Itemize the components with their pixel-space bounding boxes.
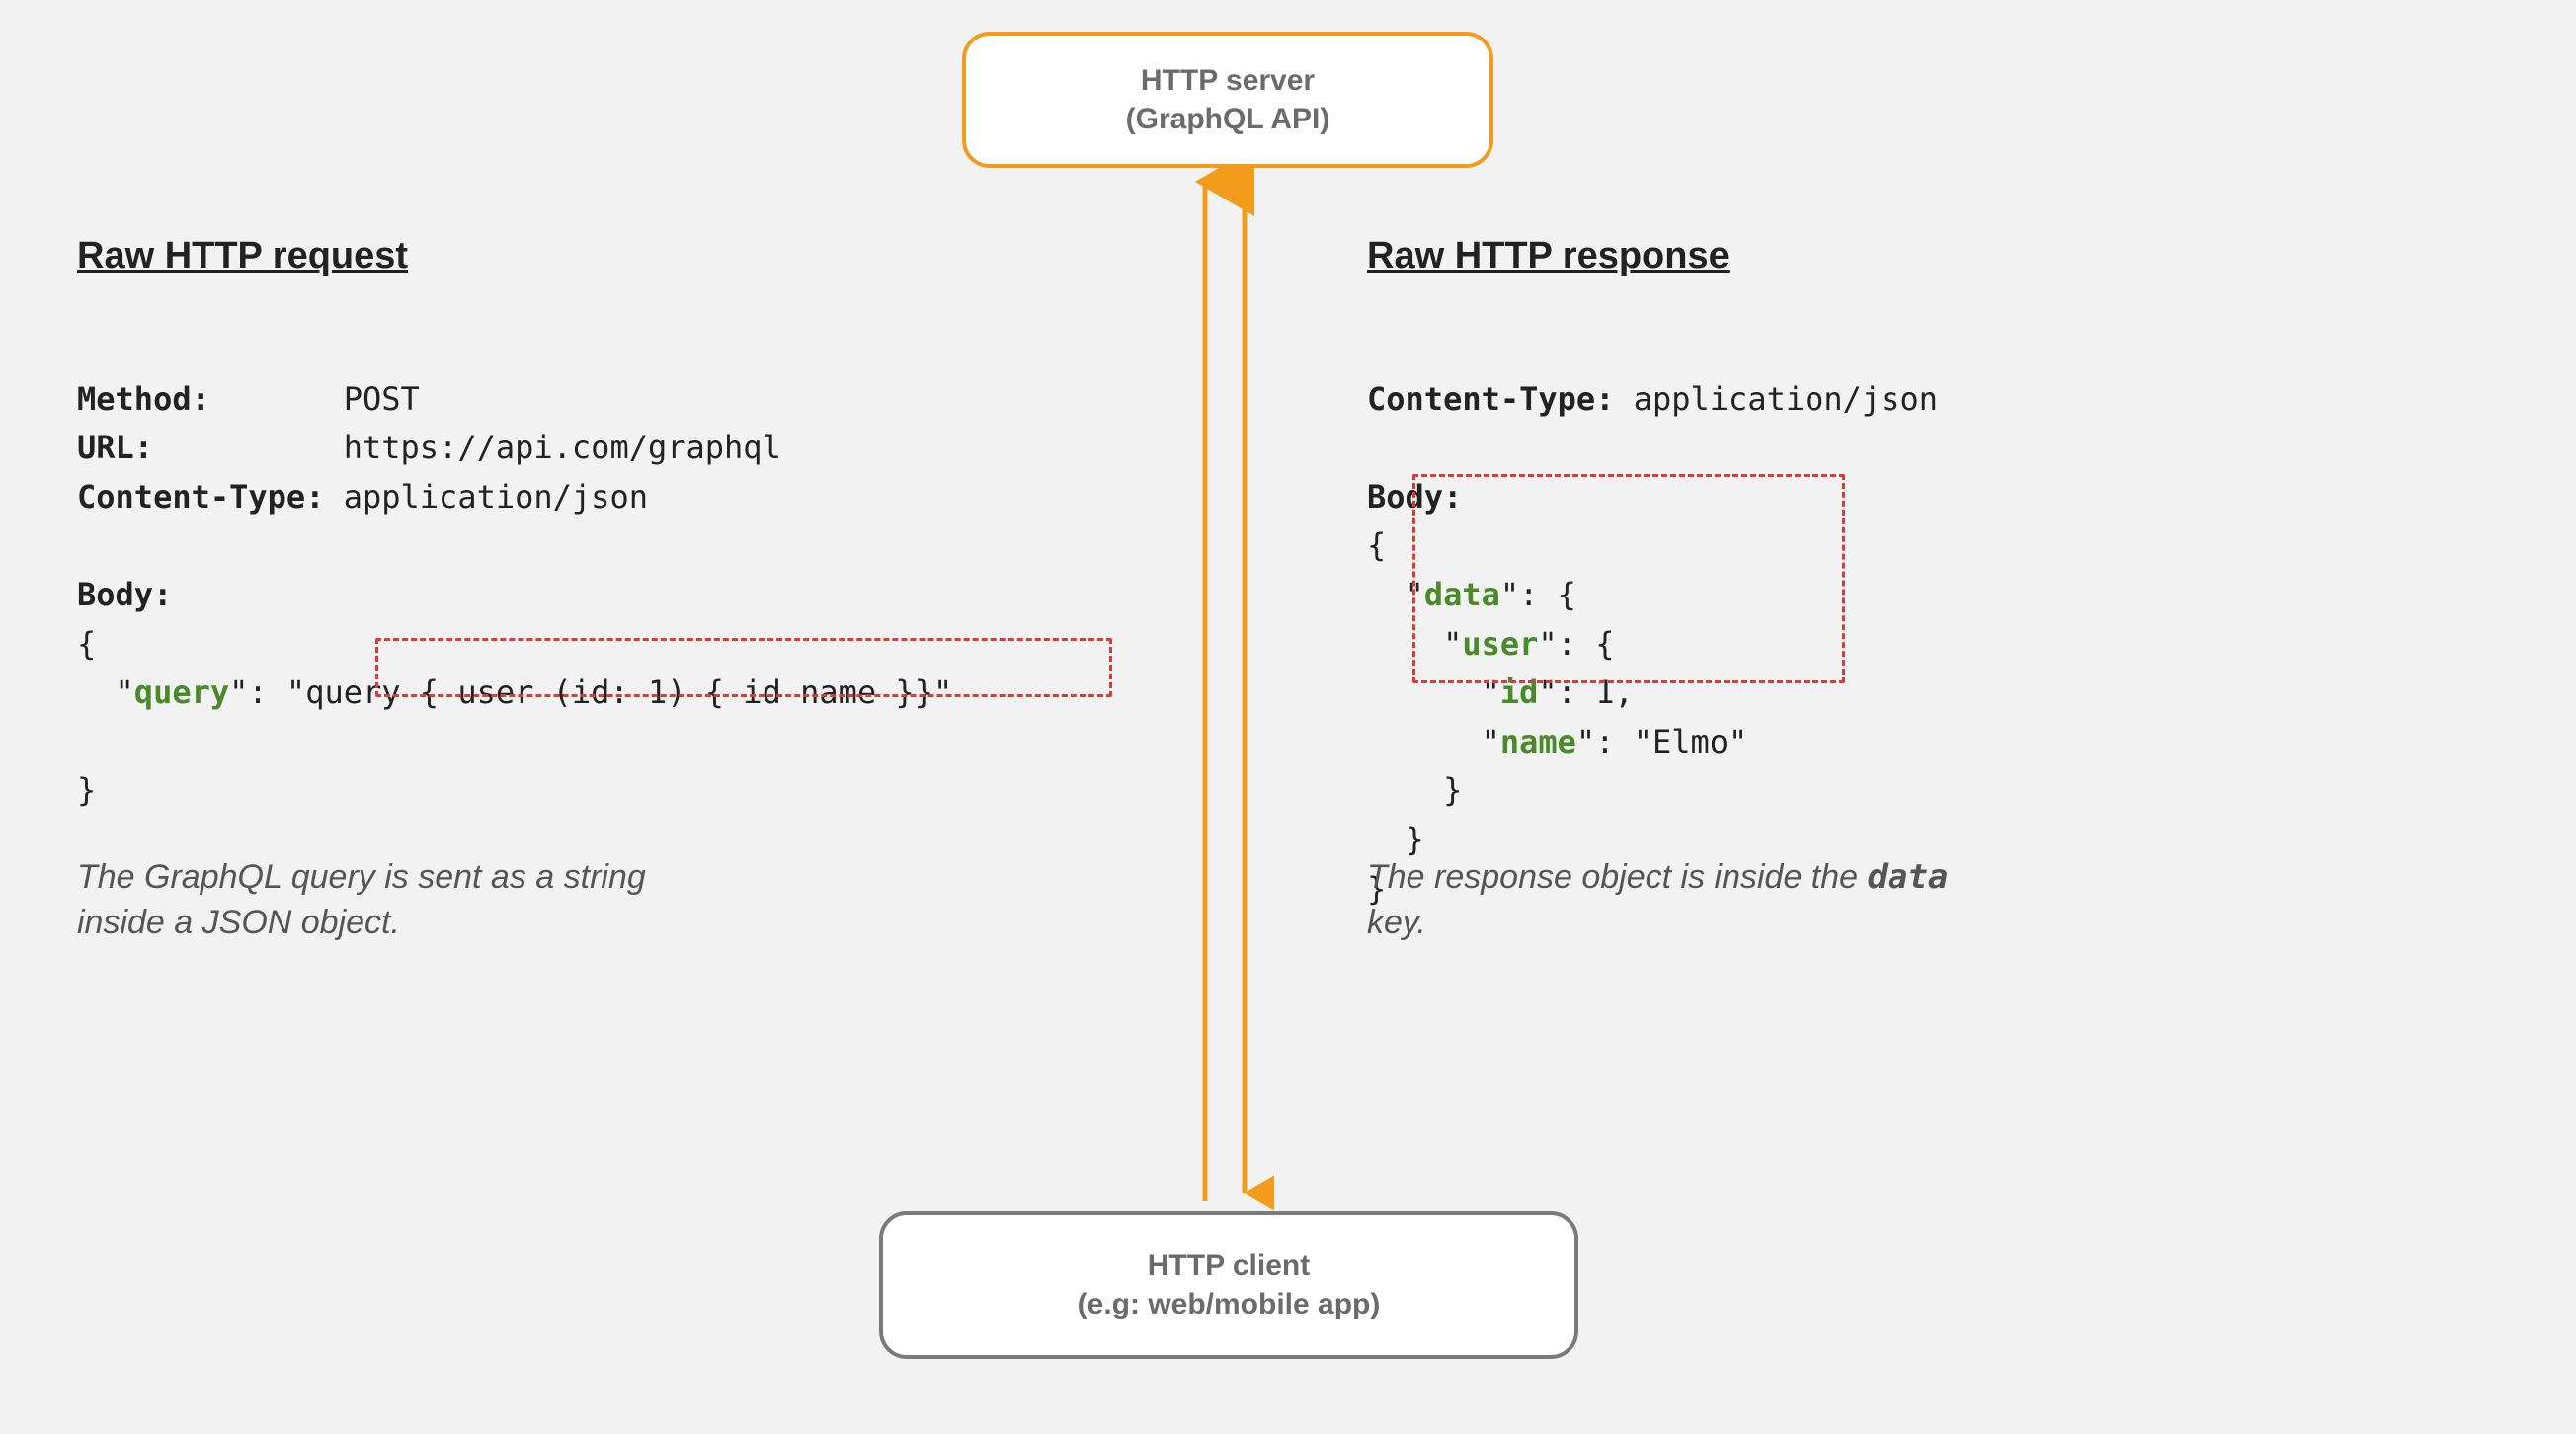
client-node: HTTP client (e.g: web/mobile app)	[879, 1211, 1578, 1359]
req-query-sep: ":	[229, 674, 286, 711]
req-url-label: URL:	[77, 429, 153, 466]
req-caption-line1: The GraphQL query is sent as a string	[77, 858, 646, 896]
req-query-prefix: "	[77, 674, 134, 711]
response-heading: Raw HTTP response	[1367, 235, 1730, 278]
req-body-label: Body:	[77, 576, 172, 613]
server-title: HTTP server	[1141, 61, 1315, 100]
req-brace-close: }	[77, 771, 96, 809]
request-caption: The GraphQL query is sent as a string in…	[77, 855, 887, 946]
response-caption: The response object is inside the data k…	[1367, 855, 2177, 946]
res-ctype-label: Content-Type:	[1367, 380, 1614, 418]
res-name-sep: ":	[1576, 723, 1634, 760]
res-inner-close2: }	[1367, 821, 1424, 858]
req-url-value: https://api.com/graphql	[344, 429, 781, 466]
server-node: HTTP server (GraphQL API)	[962, 32, 1493, 168]
response-highlight-box	[1412, 474, 1845, 683]
req-method-value: POST	[344, 380, 420, 418]
res-name-value: "Elmo"	[1634, 723, 1748, 760]
request-highlight-box	[375, 638, 1112, 697]
res-name-prefix: "	[1367, 723, 1500, 760]
res-inner-close1: }	[1367, 771, 1462, 809]
res-caption-a: The response object is inside the	[1367, 858, 1868, 896]
req-ctype-label: Content-Type:	[77, 478, 324, 516]
req-brace-open: {	[77, 625, 96, 663]
res-caption-b: key.	[1367, 904, 1426, 941]
req-query-key: query	[134, 674, 229, 711]
req-ctype-value: application/json	[344, 478, 648, 516]
client-title: HTTP client	[1148, 1246, 1310, 1285]
server-subtitle: (GraphQL API)	[1126, 100, 1330, 138]
res-name-key: name	[1500, 723, 1576, 760]
res-ctype-value: application/json	[1634, 380, 1938, 418]
client-subtitle: (e.g: web/mobile app)	[1078, 1285, 1381, 1323]
req-caption-line2: inside a JSON object.	[77, 904, 400, 941]
request-block: Method: POST URL: https://api.com/graphq…	[77, 326, 1124, 816]
res-caption-mono: data	[1868, 857, 1949, 897]
bidirectional-arrows	[1175, 164, 1274, 1211]
req-method-label: Method:	[77, 380, 210, 418]
res-brace-open: {	[1367, 526, 1386, 564]
request-heading: Raw HTTP request	[77, 235, 408, 278]
